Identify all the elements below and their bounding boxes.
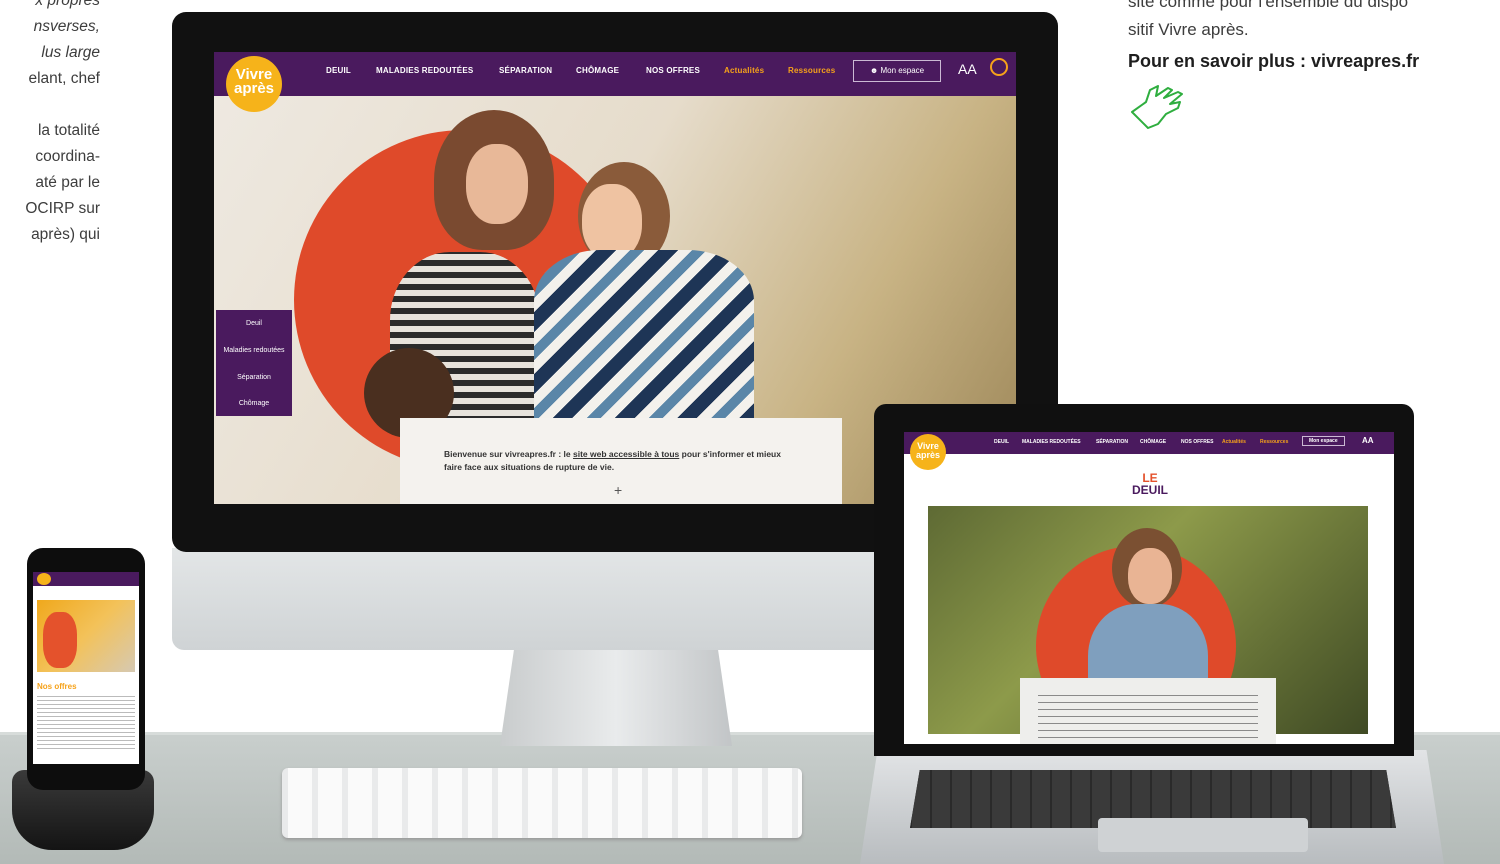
phone-section-title: Nos offres: [37, 682, 77, 691]
nav-nos-offres[interactable]: NOS OFFRES: [646, 66, 700, 75]
laptop-intro-card: [1020, 678, 1276, 744]
text-line: la totalité: [37, 122, 100, 139]
nav-actualites[interactable]: Actualités: [1222, 439, 1246, 445]
account-label: Mon espace: [880, 66, 925, 75]
page-title: LE DEUIL: [1100, 472, 1200, 496]
text-size-button[interactable]: AA: [958, 61, 977, 77]
nav-deuil[interactable]: DEUIL: [326, 66, 351, 75]
keyboard: [282, 768, 802, 838]
text-line: nsverses,: [33, 18, 100, 35]
left-text-column: x propres nsverses, lus large elant, che…: [0, 0, 100, 248]
hero-photo-mother-face: [466, 144, 528, 224]
text-line: x propres: [35, 0, 100, 9]
imac-stand: [500, 650, 732, 746]
nav-deuil[interactable]: DEUIL: [994, 439, 1009, 445]
welcome-text: Bienvenue sur vivreapres.fr : le site we…: [444, 448, 784, 474]
nav-chomage[interactable]: CHÔMAGE: [576, 66, 619, 75]
text-line: até par le: [35, 174, 100, 191]
welcome-card: Bienvenue sur vivreapres.fr : le site we…: [400, 418, 842, 504]
laptop-top-navigation: DEUIL MALADIES REDOUTÉES SÉPARATION CHÔM…: [904, 432, 1394, 454]
text-line: après) qui: [31, 226, 100, 243]
vivreapres-link[interactable]: Pour en savoir plus : vivreapres.fr: [1128, 48, 1419, 75]
expand-plus-icon[interactable]: +: [614, 482, 622, 498]
laptop-trackpad: [1098, 818, 1308, 852]
phone-hero-person: [43, 612, 77, 668]
hero-photo-blanket: [534, 250, 754, 420]
side-menu-chomage[interactable]: Chômage: [216, 400, 292, 407]
page-title-line: DEUIL: [1132, 483, 1168, 497]
side-menu-separation[interactable]: Séparation: [216, 374, 292, 381]
accessible-site-link[interactable]: site web accessible à tous: [573, 449, 679, 459]
welcome-text-part: Bienvenue sur vivreapres.fr : le: [444, 449, 573, 459]
text-line: lus large: [41, 44, 100, 61]
laptop-website-screen: DEUIL MALADIES REDOUTÉES SÉPARATION CHÔM…: [904, 432, 1394, 744]
nav-ressources[interactable]: Ressources: [788, 66, 835, 75]
text-line: coordina-: [35, 148, 100, 165]
text-line: elant, chef: [28, 70, 100, 87]
smartphone: Nos offres: [27, 548, 145, 790]
nav-nos-offres[interactable]: NOS OFFRES: [1181, 439, 1214, 445]
site-logo[interactable]: Vivre après: [910, 434, 946, 470]
nav-separation[interactable]: SÉPARATION: [1096, 439, 1128, 445]
nav-maladies-redoutees[interactable]: MALADIES REDOUTÉES: [1022, 439, 1081, 445]
side-menu-maladies[interactable]: Maladies redoutées: [216, 347, 292, 354]
logo-text: après: [233, 80, 275, 97]
phone-logo: [37, 573, 51, 585]
nav-actualites[interactable]: Actualités: [724, 66, 764, 75]
nav-separation[interactable]: SÉPARATION: [499, 66, 552, 75]
text-size-button[interactable]: AA: [1362, 436, 1374, 445]
phone-website-screen: Nos offres: [33, 572, 139, 764]
pointing-hand-icon: [1131, 85, 1183, 129]
account-button[interactable]: Mon espace: [1302, 436, 1345, 446]
user-icon: ☻: [869, 66, 881, 75]
text-line: site comme pour l'ensemble du dispo: [1128, 0, 1409, 11]
side-menu-deuil[interactable]: Deuil: [216, 320, 292, 327]
nav-ressources[interactable]: Ressources: [1260, 439, 1288, 445]
hero-photo-child-face: [582, 184, 642, 260]
site-logo[interactable]: Vivre après: [226, 56, 282, 112]
laptop-photo-woman-face: [1128, 548, 1172, 604]
account-button[interactable]: ☻ Mon espace: [853, 60, 941, 82]
search-icon[interactable]: [990, 58, 1008, 76]
text-line: sitif Vivre après.: [1128, 20, 1249, 39]
nav-maladies-redoutees[interactable]: MALADIES REDOUTÉES: [376, 66, 473, 75]
text-line: OCIRP sur: [25, 200, 100, 217]
side-menu: Deuil Maladies redoutées Séparation Chôm…: [216, 310, 292, 416]
nav-chomage[interactable]: CHÔMAGE: [1140, 439, 1166, 445]
top-navigation: DEUIL MALADIES REDOUTÉES SÉPARATION CHÔM…: [214, 52, 1016, 96]
logo-text: après: [915, 450, 941, 460]
phone-body-text: [37, 696, 135, 752]
